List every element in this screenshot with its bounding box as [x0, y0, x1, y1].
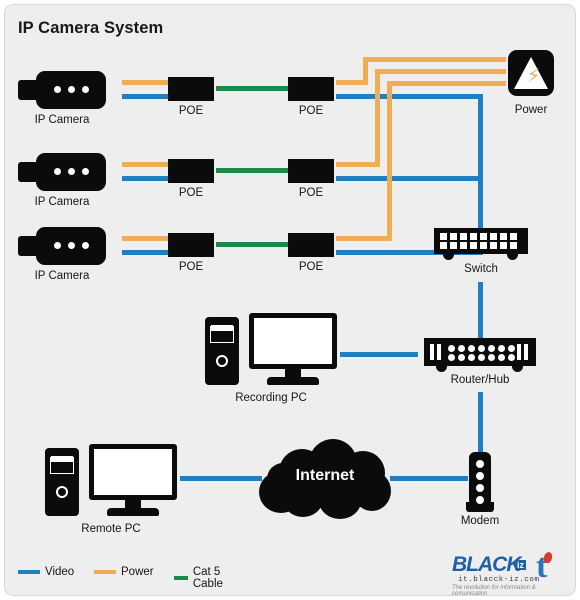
router-to-modem-wire	[478, 392, 483, 454]
logo-url: it.blacck-iz.com	[458, 576, 540, 584]
poe-unit-1	[168, 77, 214, 101]
router-hub-label: Router/Hub	[450, 374, 510, 386]
internet-cloud-icon: Internet	[257, 437, 393, 521]
ip-camera-3-label: IP Camera	[34, 270, 90, 282]
power-label: Power	[514, 104, 548, 116]
pc-monitor	[89, 444, 177, 500]
video-trunk-row2-h	[336, 176, 483, 181]
poe-unit-3-label: POE	[178, 187, 204, 199]
camera-dot	[82, 86, 89, 93]
power-trunk-row1-top	[363, 57, 506, 62]
video-wire-camera1	[122, 94, 168, 99]
poe-unit-2	[288, 77, 334, 101]
internet-to-modem-wire	[390, 476, 468, 481]
network-switch-icon	[434, 228, 528, 260]
monitor-stand	[107, 508, 159, 516]
camera-dot	[68, 242, 75, 249]
poe-unit-5-label: POE	[178, 261, 204, 273]
poe-unit-2-label: POE	[298, 105, 324, 117]
remote-pc-label: Remote PC	[81, 523, 141, 535]
switch-body	[434, 228, 528, 254]
recording-pc-label: Recording PC	[235, 392, 307, 404]
legend-label-video: Video	[45, 566, 75, 578]
camera-dot	[54, 242, 61, 249]
router-hub-icon	[424, 338, 536, 372]
cat5-wire-1	[216, 86, 288, 91]
switch-to-router-wire	[478, 282, 483, 338]
legend-item-power: Power	[94, 566, 154, 578]
video-wire-camera3	[122, 250, 168, 255]
legend-swatch-power	[94, 570, 116, 574]
camera-dot	[54, 168, 61, 175]
modem-label: Modem	[460, 515, 500, 527]
poe-unit-4-label: POE	[298, 187, 324, 199]
recording-pc-to-router-wire	[340, 352, 418, 357]
poe-unit-4	[288, 159, 334, 183]
cat5-wire-3	[216, 242, 288, 247]
pc-monitor-screen	[254, 318, 332, 364]
legend-label-cat5: Cat 5 Cable	[192, 566, 223, 590]
power-trunk-row3-top	[387, 81, 506, 86]
legend-item-video: Video	[18, 566, 74, 578]
cat5-wire-2	[216, 168, 288, 173]
pc-monitor	[249, 313, 337, 369]
modem-icon	[466, 452, 494, 514]
pc-drive-bay-frame	[50, 457, 74, 474]
pc-monitor-screen	[94, 449, 172, 495]
recording-pc-icon	[205, 313, 337, 385]
legend-item-cat5: Cat 5 Cable	[174, 566, 231, 590]
power-trunk-row3-h	[336, 236, 392, 241]
power-wire-camera3	[122, 236, 168, 241]
poe-unit-6-label: POE	[298, 261, 324, 273]
poe-unit-1-label: POE	[178, 105, 204, 117]
ip-camera-3-icon	[18, 227, 106, 265]
pc-power-button	[56, 486, 68, 498]
page-title: IP Camera System	[18, 19, 164, 37]
camera-dot	[82, 168, 89, 175]
poe-unit-3	[168, 159, 214, 183]
camera-dot	[68, 168, 75, 175]
pc-power-button	[216, 355, 228, 367]
pc-tower	[45, 448, 79, 516]
legend-swatch-video	[18, 570, 40, 574]
power-trunk-row2-top	[375, 69, 506, 74]
pc-tower	[205, 317, 239, 385]
ip-camera-2-icon	[18, 153, 106, 191]
ip-camera-1-label: IP Camera	[34, 114, 90, 126]
camera-dot	[68, 86, 75, 93]
pc-drive-bay-frame	[210, 326, 234, 343]
logo-tagline: The revolution for information & comunic…	[452, 585, 536, 597]
remote-pc-icon	[45, 444, 177, 516]
power-wire-camera2	[122, 162, 168, 167]
brand-logo: BLACK iz t it.blacck-iz.com The revoluti…	[452, 548, 568, 597]
internet-label: Internet	[295, 467, 355, 484]
legend-label-power: Power	[121, 566, 154, 578]
logo-badge: iz	[515, 560, 527, 570]
diagram-root: IP Camera System IP Camera POE POE ⚡ Pow…	[0, 0, 580, 600]
poe-unit-5	[168, 233, 214, 257]
camera-dot	[82, 242, 89, 249]
power-wire-camera1	[122, 80, 168, 85]
ip-camera-1-icon	[18, 71, 106, 109]
ip-camera-2-label: IP Camera	[34, 196, 90, 208]
logo-wordmark: BLACK	[452, 553, 521, 576]
legend-swatch-cat5	[174, 576, 188, 580]
monitor-stand	[267, 377, 319, 385]
camera-dot	[54, 86, 61, 93]
poe-unit-6	[288, 233, 334, 257]
switch-label: Switch	[464, 263, 498, 275]
power-trunk-row3-v	[387, 81, 392, 241]
lightning-bolt-icon: ⚡	[527, 65, 541, 87]
power-trunk-row2-h	[336, 162, 380, 167]
video-trunk-row1-h	[336, 94, 483, 99]
video-trunk-vertical	[478, 94, 483, 228]
remote-pc-to-internet-wire	[180, 476, 262, 481]
video-wire-camera2	[122, 176, 168, 181]
power-supply-icon: ⚡	[508, 50, 554, 96]
power-trunk-row2-v	[375, 69, 380, 167]
